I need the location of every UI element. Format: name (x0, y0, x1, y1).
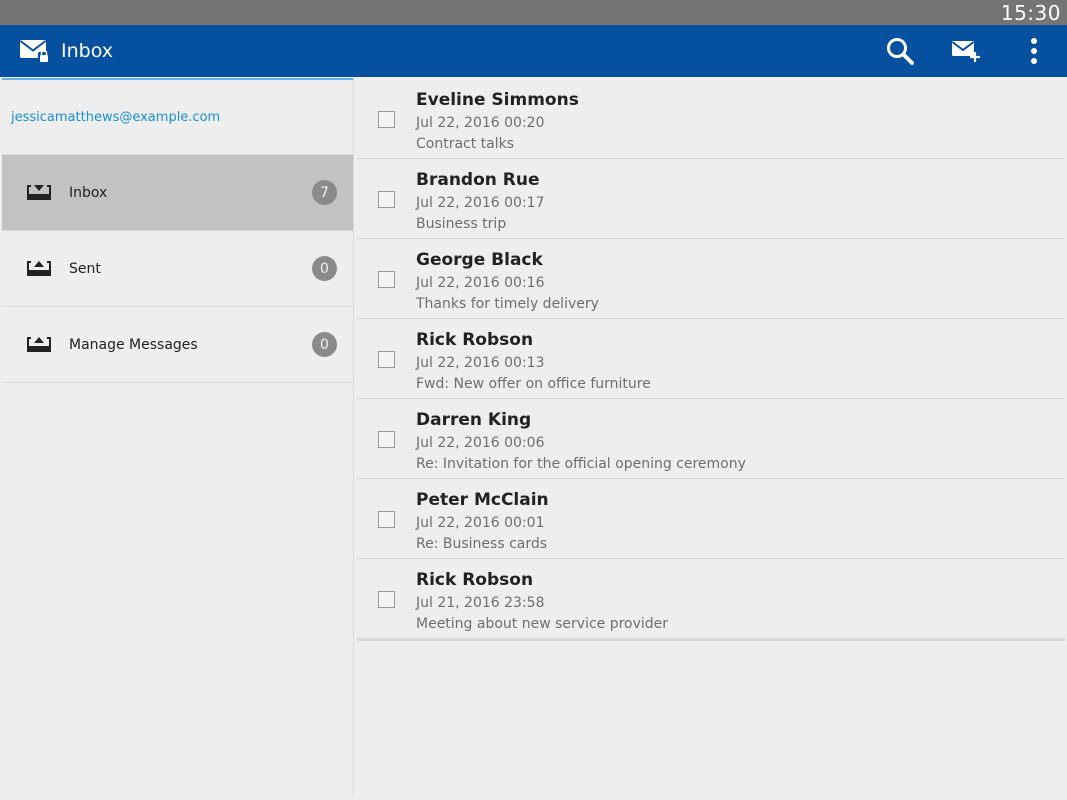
list-item[interactable]: Rick Robson Jul 22, 2016 00:13 Fwd: New … (357, 319, 1065, 399)
message-subject: Business trip (416, 216, 507, 232)
inbox-tray-icon (27, 185, 51, 200)
sidebar-item-manage-messages[interactable]: Manage Messages 0 (2, 307, 353, 383)
manage-count-badge: 0 (312, 332, 337, 357)
message-checkbox[interactable] (378, 111, 395, 128)
overflow-menu-icon (1031, 38, 1037, 64)
message-sender: George Black (416, 250, 543, 270)
message-subject: Re: Business cards (416, 536, 548, 552)
compose-button[interactable] (940, 25, 992, 77)
message-sender: Peter McClain (416, 490, 549, 510)
message-date: Jul 21, 2016 23:58 (416, 595, 545, 611)
message-subject: Thanks for timely delivery (416, 296, 599, 312)
message-checkbox[interactable] (378, 271, 395, 288)
sidebar: jessicamatthews@example.com Inbox 7 Sent… (2, 78, 354, 798)
sidebar-item-label: Manage Messages (69, 336, 198, 353)
message-sender: Darren King (416, 410, 532, 430)
message-checkbox[interactable] (378, 431, 395, 448)
list-item[interactable]: Peter McClain Jul 22, 2016 00:01 Re: Bus… (357, 479, 1065, 559)
compose-mail-icon (951, 41, 980, 62)
message-subject: Fwd: New offer on office furniture (416, 376, 651, 392)
sidebar-item-label: Sent (69, 260, 101, 277)
sidebar-item-inbox[interactable]: Inbox 7 (2, 155, 353, 231)
sent-count-badge: 0 (312, 256, 337, 281)
outbox-tray-icon (27, 261, 51, 276)
message-date: Jul 22, 2016 00:17 (416, 195, 545, 211)
list-item[interactable]: Darren King Jul 22, 2016 00:06 Re: Invit… (357, 399, 1065, 479)
message-sender: Rick Robson (416, 570, 534, 590)
app-bar: Inbox (0, 25, 1067, 77)
list-item[interactable]: Brandon Rue Jul 22, 2016 00:17 Business … (357, 159, 1065, 239)
list-item[interactable]: George Black Jul 22, 2016 00:16 Thanks f… (357, 239, 1065, 319)
sidebar-item-label: Inbox (69, 184, 108, 201)
mail-lock-icon (19, 40, 50, 63)
message-checkbox[interactable] (378, 591, 395, 608)
unread-count-badge: 7 (312, 180, 337, 205)
message-date: Jul 22, 2016 00:01 (416, 515, 545, 531)
message-checkbox[interactable] (378, 351, 395, 368)
overflow-menu-button[interactable] (1008, 25, 1060, 77)
status-bar: 15:30 (0, 0, 1067, 25)
status-clock: 15:30 (1000, 1, 1061, 25)
message-sender: Eveline Simmons (416, 90, 579, 110)
message-date: Jul 22, 2016 00:06 (416, 435, 545, 451)
list-divider (357, 639, 1065, 641)
search-button[interactable] (874, 25, 926, 77)
message-date: Jul 22, 2016 00:16 (416, 275, 545, 291)
outbox-tray-icon (27, 337, 51, 352)
message-sender: Rick Robson (416, 330, 534, 350)
message-subject: Meeting about new service provider (416, 616, 669, 632)
account-email[interactable]: jessicamatthews@example.com (2, 80, 353, 155)
list-item[interactable]: Rick Robson Jul 21, 2016 23:58 Meeting a… (357, 559, 1065, 639)
list-item[interactable]: Eveline Simmons Jul 22, 2016 00:20 Contr… (357, 79, 1065, 159)
sidebar-item-sent[interactable]: Sent 0 (2, 231, 353, 307)
message-list: Eveline Simmons Jul 22, 2016 00:20 Contr… (357, 79, 1065, 800)
message-date: Jul 22, 2016 00:20 (416, 115, 545, 131)
message-checkbox[interactable] (378, 191, 395, 208)
app-title: Inbox (61, 40, 113, 62)
message-date: Jul 22, 2016 00:13 (416, 355, 545, 371)
message-checkbox[interactable] (378, 511, 395, 528)
search-icon (887, 38, 914, 65)
message-subject: Re: Invitation for the official opening … (416, 456, 746, 472)
message-sender: Brandon Rue (416, 170, 540, 190)
message-subject: Contract talks (416, 136, 515, 152)
